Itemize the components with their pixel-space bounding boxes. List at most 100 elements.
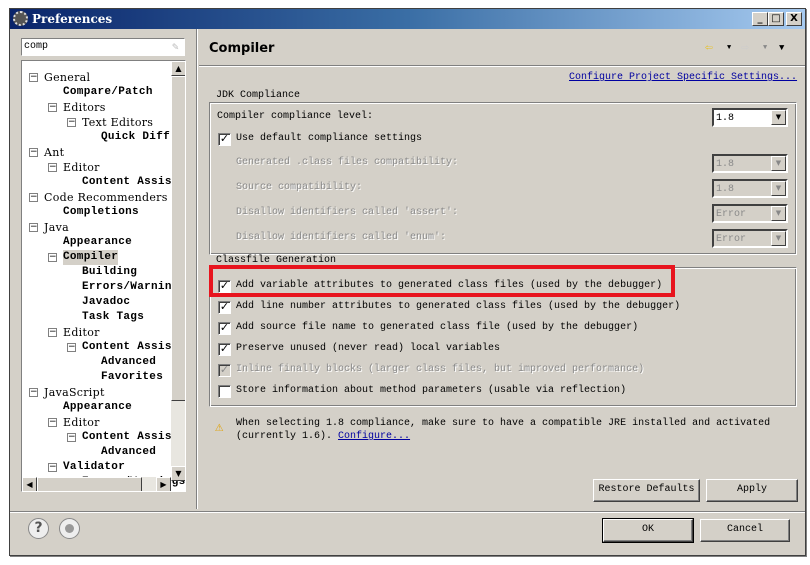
scroll-right-button[interactable]: ▶ — [156, 477, 171, 491]
collapse-icon[interactable]: − — [48, 103, 57, 112]
compliance-setting-value: 1.8 — [716, 159, 735, 170]
collapse-icon[interactable]: − — [29, 148, 38, 157]
clear-filter-icon[interactable]: ✎ — [172, 40, 179, 54]
tree-item[interactable]: Compare/Patch — [63, 85, 153, 100]
option-label: Preserve unused (never read) local varia… — [236, 343, 501, 354]
scroll-up-button[interactable]: ▲ — [171, 61, 185, 76]
tree-horizontal-scrollbar[interactable]: ◀ ▶ — [22, 477, 171, 491]
tree-item[interactable]: Editor — [63, 160, 100, 175]
view-menu-icon[interactable]: ▼ — [779, 43, 784, 53]
tree-item[interactable]: Code Recommenders — [44, 190, 168, 205]
collapse-icon[interactable]: − — [29, 193, 38, 202]
warning-icon: ⚠ — [215, 420, 224, 436]
compliance-setting-value: 1.8 — [716, 184, 735, 195]
forward-arrow-icon[interactable]: ⇨ — [741, 40, 749, 55]
scroll-down-button[interactable]: ▼ — [171, 466, 185, 481]
tree-item[interactable]: Appearance — [63, 400, 132, 415]
use-default-compliance-label: Use default compliance settings — [236, 133, 423, 144]
compliance-setting-label: Disallow identifiers called 'assert': — [236, 207, 459, 218]
configure-jre-link[interactable]: Configure... — [338, 431, 410, 442]
tree-item[interactable]: Content Assist — [82, 340, 179, 355]
close-button[interactable]: X — [786, 12, 802, 26]
option-label: Store information about method parameter… — [236, 385, 627, 396]
highlight-box — [209, 265, 675, 297]
filter-input[interactable]: comp — [21, 38, 185, 56]
tree-item[interactable]: Validator — [63, 460, 125, 475]
compliance-setting-select: Error ▼ — [712, 229, 788, 248]
tree-item[interactable]: Errors/Warnings — [82, 280, 185, 295]
chevron-down-icon: ▼ — [771, 231, 786, 246]
ok-button[interactable]: OK — [602, 518, 694, 543]
tree-item[interactable]: Editors — [63, 100, 106, 115]
collapse-icon[interactable]: − — [67, 118, 76, 127]
tree-item[interactable]: Appearance — [63, 235, 132, 250]
tree-item[interactable]: Completions — [63, 205, 139, 220]
tree-item[interactable]: Javadoc — [82, 295, 130, 310]
option-checkbox[interactable]: ✓ — [218, 322, 231, 335]
collapse-icon[interactable]: − — [48, 328, 57, 337]
tree-item[interactable]: Advanced — [101, 355, 156, 370]
option-label: Add line number attributes to generated … — [236, 301, 681, 312]
tree-item[interactable]: Ant — [44, 145, 64, 160]
footer-separator — [10, 511, 805, 513]
preferences-dialog: Preferences _ □ X comp ✎ General − Compare… — [9, 8, 806, 556]
tree-item[interactable]: Content Assist — [82, 430, 179, 445]
collapse-icon[interactable]: − — [29, 223, 38, 232]
back-menu-icon[interactable]: ▼ — [727, 44, 731, 52]
collapse-icon[interactable]: − — [29, 73, 38, 82]
compliance-setting-value: Error — [716, 234, 747, 245]
option-checkbox: ✓ — [218, 363, 231, 377]
back-arrow-icon[interactable]: ⇦ — [705, 40, 713, 55]
tree-item[interactable]: Editor — [63, 415, 100, 430]
compliance-setting-select: 1.8 ▼ — [712, 154, 788, 173]
option-checkbox[interactable]: ✓ — [218, 343, 231, 356]
collapse-icon[interactable]: − — [29, 388, 38, 397]
compliance-level-label: Compiler compliance level: — [217, 111, 374, 122]
option-checkbox[interactable] — [218, 385, 231, 398]
option-label: Add source file name to generated class … — [236, 322, 639, 333]
scroll-thumb[interactable] — [171, 76, 185, 401]
hscroll-thumb[interactable] — [37, 477, 142, 491]
cancel-button[interactable]: Cancel — [700, 519, 790, 542]
collapse-icon[interactable]: − — [48, 463, 57, 472]
tree-item[interactable]: Content Assist — [82, 175, 179, 190]
collapse-icon[interactable]: − — [67, 343, 76, 352]
scroll-left-button[interactable]: ◀ — [22, 477, 37, 491]
tree-item[interactable]: Quick Diff — [101, 130, 170, 145]
compliance-setting-label: Source compatibility: — [236, 182, 363, 193]
option-checkbox[interactable]: ✓ — [218, 301, 231, 314]
tree-vertical-scrollbar[interactable]: ▲ ▼ — [171, 61, 185, 481]
chevron-down-icon: ▼ — [771, 206, 786, 221]
apply-button[interactable]: Apply — [706, 479, 798, 502]
title-bar[interactable]: Preferences _ □ X — [10, 9, 805, 29]
tree-item[interactable]: Compiler — [63, 250, 119, 265]
use-default-compliance-checkbox[interactable]: ✓ — [218, 133, 231, 146]
sash[interactable] — [196, 29, 198, 509]
forward-menu-icon[interactable]: ▼ — [763, 44, 767, 52]
minimize-button[interactable]: _ — [752, 12, 768, 26]
tree-item[interactable]: Building — [82, 265, 137, 280]
tree-item[interactable]: Favorites — [101, 370, 163, 385]
tree-item[interactable]: Advanced — [101, 445, 156, 460]
tree-item[interactable]: Editor — [63, 325, 100, 340]
configure-project-settings-link[interactable]: Configure Project Specific Settings... — [569, 72, 797, 83]
restore-defaults-button[interactable]: Restore Defaults — [593, 479, 700, 502]
eclipse-icon — [13, 11, 28, 26]
header-separator — [199, 65, 805, 67]
collapse-icon[interactable]: − — [67, 433, 76, 442]
tree-item[interactable]: JavaScript — [44, 385, 105, 400]
tree-item[interactable]: Text Editors — [82, 115, 153, 130]
compliance-setting-label: Generated .class files compatibility: — [236, 157, 459, 168]
tree-item[interactable]: Task Tags — [82, 310, 144, 325]
collapse-icon[interactable]: − — [48, 253, 57, 262]
help-icon[interactable]: ? — [28, 518, 49, 539]
maximize-button[interactable]: □ — [768, 12, 784, 26]
warning-text-2: (currently 1.6). — [236, 431, 333, 442]
import-export-icon[interactable] — [59, 518, 80, 539]
tree-item[interactable]: General — [44, 70, 90, 85]
jdk-compliance-title: JDK Compliance — [214, 90, 303, 101]
collapse-icon[interactable]: − — [48, 418, 57, 427]
collapse-icon[interactable]: − — [48, 163, 57, 172]
tree-item[interactable]: Java — [44, 220, 69, 235]
compliance-level-select[interactable]: 1.8 ▼ — [712, 108, 788, 127]
